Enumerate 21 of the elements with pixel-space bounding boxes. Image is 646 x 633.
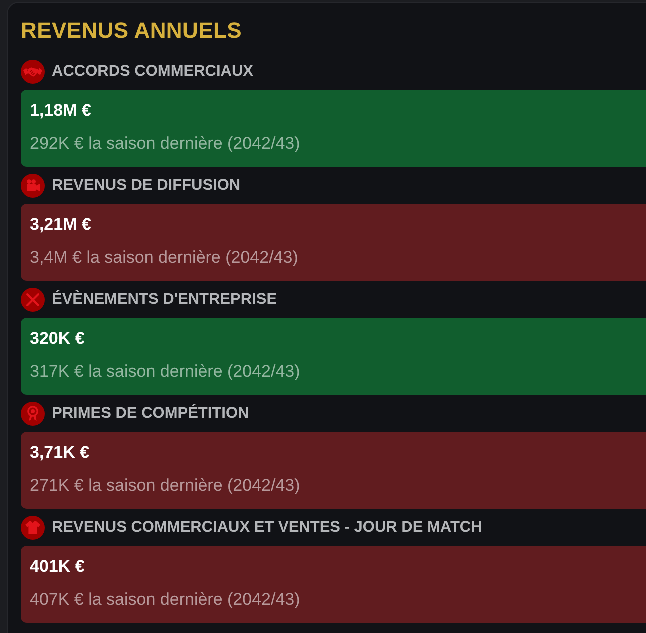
category-label: ACCORDS COMMERCIAUX bbox=[52, 62, 254, 82]
previous-season-text: 292K € la saison dernière (2042/43) bbox=[30, 133, 300, 155]
rosette-icon bbox=[21, 402, 45, 426]
previous-season-text: 271K € la saison dernière (2042/43) bbox=[30, 475, 300, 497]
revenue-value: 320K € bbox=[30, 328, 85, 350]
revenue-value: 1,18M € bbox=[30, 100, 92, 122]
revenue-value: 401K € bbox=[30, 556, 85, 578]
shirt-icon bbox=[21, 516, 45, 540]
category-label: REVENUS DE DIFFUSION bbox=[52, 176, 241, 196]
category-label: REVENUS COMMERCIAUX ET VENTES - JOUR DE MATCH bbox=[52, 518, 482, 538]
handshake-icon bbox=[21, 60, 45, 84]
category-label: ÉVÈNEMENTS D'ENTREPRISE bbox=[52, 290, 278, 310]
previous-season-text: 407K € la saison dernière (2042/43) bbox=[30, 589, 300, 611]
fork-knife-icon bbox=[21, 288, 45, 312]
category-label: PRIMES DE COMPÉTITION bbox=[52, 404, 250, 424]
revenue-value: 3,71K € bbox=[30, 442, 90, 464]
previous-season-text: 317K € la saison dernière (2042/43) bbox=[30, 361, 300, 383]
section-title: REVENUS ANNUELS bbox=[21, 18, 242, 44]
previous-season-text: 3,4M € la saison dernière (2042/43) bbox=[30, 247, 298, 269]
revenue-value: 3,21M € bbox=[30, 214, 92, 236]
video-camera-icon bbox=[21, 174, 45, 198]
